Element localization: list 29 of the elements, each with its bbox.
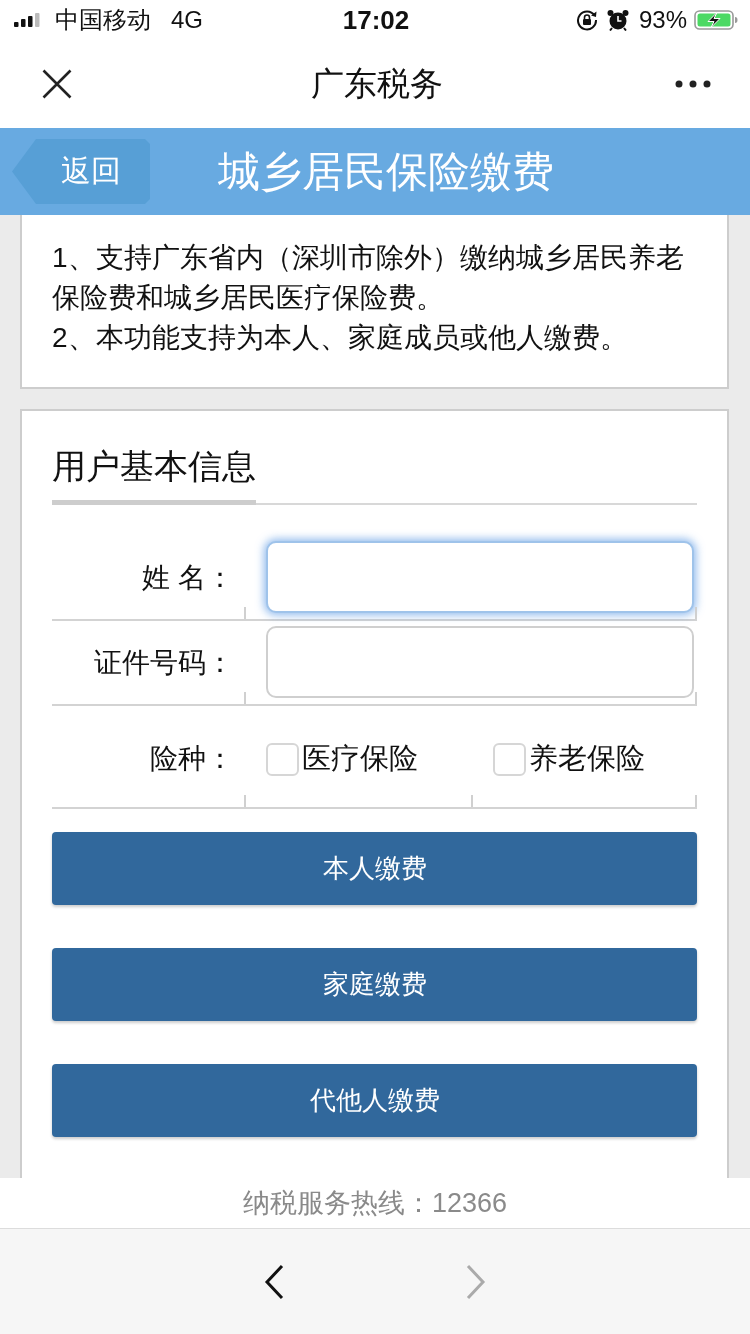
checkbox-label[interactable]: 医疗保险: [302, 739, 418, 779]
back-icon[interactable]: [264, 1263, 284, 1300]
text-input[interactable]: [266, 541, 694, 613]
signal-icon: [14, 13, 40, 27]
notice-text: 1、支持广东省内（深圳市除外）缴纳城乡居民养老保险费和城乡居民医疗保险费。: [52, 241, 685, 315]
checkbox[interactable]: [266, 742, 299, 776]
network-type: 4G: [171, 6, 203, 34]
pay-button[interactable]: 家庭缴费: [52, 948, 697, 1021]
field-label: 险种：: [150, 742, 234, 776]
app-title: 广东税务: [310, 63, 443, 104]
hotline-text: 纳税服务热线：12366: [242, 1187, 508, 1220]
clock-time: 17:02: [342, 4, 410, 36]
page-title: 城乡居民保险缴费: [218, 146, 554, 197]
close-icon[interactable]: [42, 69, 72, 99]
section-title: 用户基本信息: [52, 446, 256, 505]
notice-text: 2、本功能支持为本人、家庭成员或他人缴费。: [52, 321, 629, 355]
field-label: 证件号码：: [94, 645, 234, 680]
pay-button[interactable]: 代他人缴费: [52, 1064, 697, 1137]
battery-icon: [694, 10, 738, 30]
checkbox[interactable]: [493, 742, 526, 776]
field-label: 姓 名：: [142, 560, 234, 595]
rotation-lock-icon: [575, 9, 598, 31]
battery-percent: 93%: [638, 6, 687, 34]
checkbox-label[interactable]: 养老保险: [529, 739, 645, 779]
more-icon[interactable]: [675, 80, 711, 88]
carrier-name: 中国移动: [55, 5, 151, 35]
text-input[interactable]: [266, 626, 694, 698]
alarm-clock-icon: [606, 9, 629, 31]
pay-button[interactable]: 本人缴费: [52, 832, 697, 905]
